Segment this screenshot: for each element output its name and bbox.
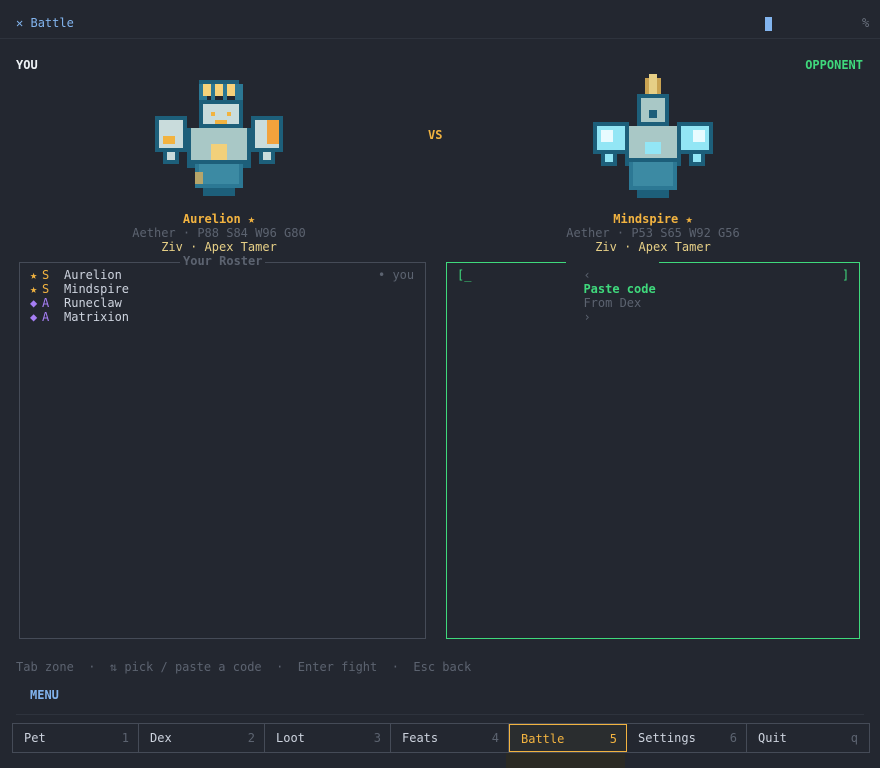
code-input[interactable]: [_ — [457, 268, 471, 282]
tab-battle[interactable]: Battle 5 — [509, 724, 627, 752]
tab-key: 3 — [373, 731, 381, 745]
roster-item-name: Mindspire — [64, 282, 130, 296]
player-tamer: Ziv · Apex Tamer — [161, 240, 277, 254]
tab-key: 6 — [729, 731, 737, 745]
tab-paste-code[interactable]: Paste code — [583, 282, 655, 296]
player-pet-name: Aurelion ★ — [182, 212, 256, 226]
roster-item-name: Matrixion — [64, 310, 130, 324]
tab-key: q — [850, 731, 858, 745]
menu-tabbar: Pet 1 Dex 2 Loot 3 Feats 4 Battle 5 Sett… — [12, 723, 870, 753]
tab-label: Feats — [402, 731, 439, 745]
roster-item-tier: S — [42, 282, 50, 296]
roster-item-name: Aurelion — [64, 268, 122, 282]
tab-key: 2 — [247, 731, 255, 745]
tab-label: Battle — [521, 732, 565, 746]
tab-label: Pet — [24, 731, 46, 745]
roster-item-mindspire[interactable]: ★ S Mindspire — [30, 282, 420, 296]
tab-label: Quit — [758, 731, 787, 745]
hint-pick: ⇅ pick / paste a code — [109, 660, 262, 674]
roster-item-name: Runeclaw — [64, 296, 122, 310]
code-panel-tabs: ‹ Paste code From Dex › — [566, 254, 659, 324]
you-label: YOU — [16, 58, 38, 72]
tab-dex[interactable]: Dex 2 — [139, 724, 265, 752]
menu-label: MENU — [30, 688, 59, 702]
opponent-pet-stats: Aether · P53 S65 W92 G56 — [566, 226, 740, 240]
tab-key: 1 — [121, 731, 129, 745]
close-glyph[interactable]: % — [862, 16, 869, 30]
menu-divider — [16, 714, 864, 715]
active-tab-shadow — [506, 752, 625, 768]
tab-key: 5 — [609, 732, 617, 746]
hint-enter: Enter fight — [297, 660, 378, 674]
hint-tab: Tab zone — [16, 660, 74, 674]
hint-esc: Esc back — [413, 660, 472, 674]
swords-icon: ✕ — [16, 16, 24, 30]
key-hints: Tab zone · ⇅ pick / paste a code · Enter… — [16, 660, 472, 674]
tab-label: Dex — [150, 731, 172, 745]
opponent-label: OPPONENT — [805, 58, 863, 72]
diamond-icon: ◆ — [30, 296, 38, 310]
roster-item-tier: A — [42, 296, 50, 310]
next-arrow-icon[interactable]: › — [583, 310, 590, 324]
tab-quit[interactable]: Quit q — [747, 724, 867, 752]
star-icon: ★ — [30, 282, 38, 296]
code-input-close: ] — [842, 268, 850, 282]
vs-label: VS — [428, 128, 443, 142]
tab-label: Loot — [276, 731, 305, 745]
opponent-pet-sprite — [593, 74, 713, 198]
tab-from-dex[interactable]: From Dex — [583, 296, 641, 310]
roster-title: Your Roster — [180, 254, 266, 268]
roster-item-tier: S — [42, 268, 50, 282]
tab-settings[interactable]: Settings 6 — [627, 724, 747, 752]
terminal-cursor — [765, 17, 772, 31]
tab-key: 4 — [491, 731, 499, 745]
prev-arrow-icon[interactable]: ‹ — [583, 268, 590, 282]
roster-item-tier: A — [42, 310, 50, 324]
player-pet-stats: Aether · P88 S84 W96 G80 — [132, 226, 306, 240]
player-pet-sprite — [155, 80, 283, 196]
tab-feats[interactable]: Feats 4 — [391, 724, 509, 752]
title-bar — [0, 0, 880, 39]
opponent-pet-name: Mindspire ★ — [613, 212, 693, 226]
window-title: ✕ Battle — [16, 16, 74, 30]
roster-item-matrixion[interactable]: ◆ A Matrixion — [30, 310, 420, 324]
tab-pet[interactable]: Pet 1 — [13, 724, 139, 752]
diamond-icon: ◆ — [30, 310, 38, 324]
window-title-text: Battle — [30, 16, 74, 30]
roster-item-aurelion[interactable]: ★ S Aurelion — [30, 268, 420, 282]
star-icon: ★ — [30, 268, 38, 282]
opponent-tamer: Ziv · Apex Tamer — [595, 240, 711, 254]
roster-item-runeclaw[interactable]: ◆ A Runeclaw — [30, 296, 420, 310]
tab-label: Settings — [638, 731, 696, 745]
tab-loot[interactable]: Loot 3 — [265, 724, 391, 752]
